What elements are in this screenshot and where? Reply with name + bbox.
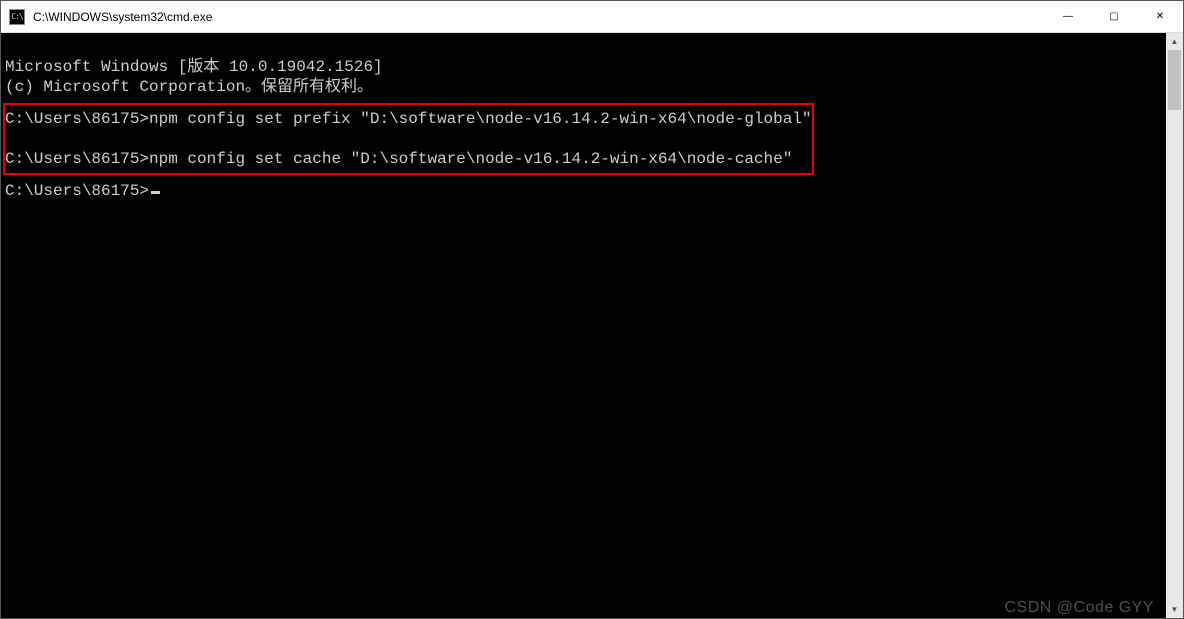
- minimize-button[interactable]: —: [1045, 1, 1091, 33]
- window-title: C:\WINDOWS\system32\cmd.exe: [33, 10, 212, 24]
- cmd-icon-glyph: C:\: [11, 13, 22, 21]
- scroll-up-button[interactable]: ▲: [1166, 33, 1183, 50]
- scroll-down-button[interactable]: ▼: [1166, 601, 1183, 618]
- close-button[interactable]: ✕: [1137, 1, 1183, 33]
- maximize-button[interactable]: ▢: [1091, 1, 1137, 33]
- scrollbar-thumb[interactable]: [1168, 50, 1181, 110]
- chevron-down-icon: ▼: [1171, 605, 1179, 614]
- current-prompt: C:\Users\86175>: [5, 182, 149, 200]
- client-area: Microsoft Windows [版本 10.0.19042.1526] (…: [1, 33, 1183, 618]
- command-line-2: C:\Users\86175>npm config set cache "D:\…: [5, 150, 792, 168]
- cmd-icon: C:\: [9, 9, 25, 25]
- text-cursor: [151, 191, 160, 194]
- cmd-window: C:\ C:\WINDOWS\system32\cmd.exe — ▢ ✕ Mi…: [0, 0, 1184, 619]
- titlebar[interactable]: C:\ C:\WINDOWS\system32\cmd.exe — ▢ ✕: [1, 1, 1183, 33]
- vertical-scrollbar[interactable]: ▲ ▼: [1166, 33, 1183, 618]
- minimize-icon: —: [1063, 11, 1073, 22]
- version-line: Microsoft Windows [版本 10.0.19042.1526]: [5, 58, 383, 76]
- command-line-1: C:\Users\86175>npm config set prefix "D:…: [5, 110, 812, 128]
- maximize-icon: ▢: [1109, 11, 1118, 22]
- close-icon: ✕: [1156, 11, 1164, 22]
- chevron-up-icon: ▲: [1171, 37, 1179, 46]
- scrollbar-track[interactable]: [1166, 50, 1183, 601]
- highlighted-commands: C:\Users\86175>npm config set prefix "D:…: [3, 103, 814, 175]
- copyright-line: (c) Microsoft Corporation。保留所有权利。: [5, 78, 373, 96]
- terminal-output[interactable]: Microsoft Windows [版本 10.0.19042.1526] (…: [1, 33, 1166, 618]
- watermark-text: CSDN @Code GYY: [1004, 600, 1154, 616]
